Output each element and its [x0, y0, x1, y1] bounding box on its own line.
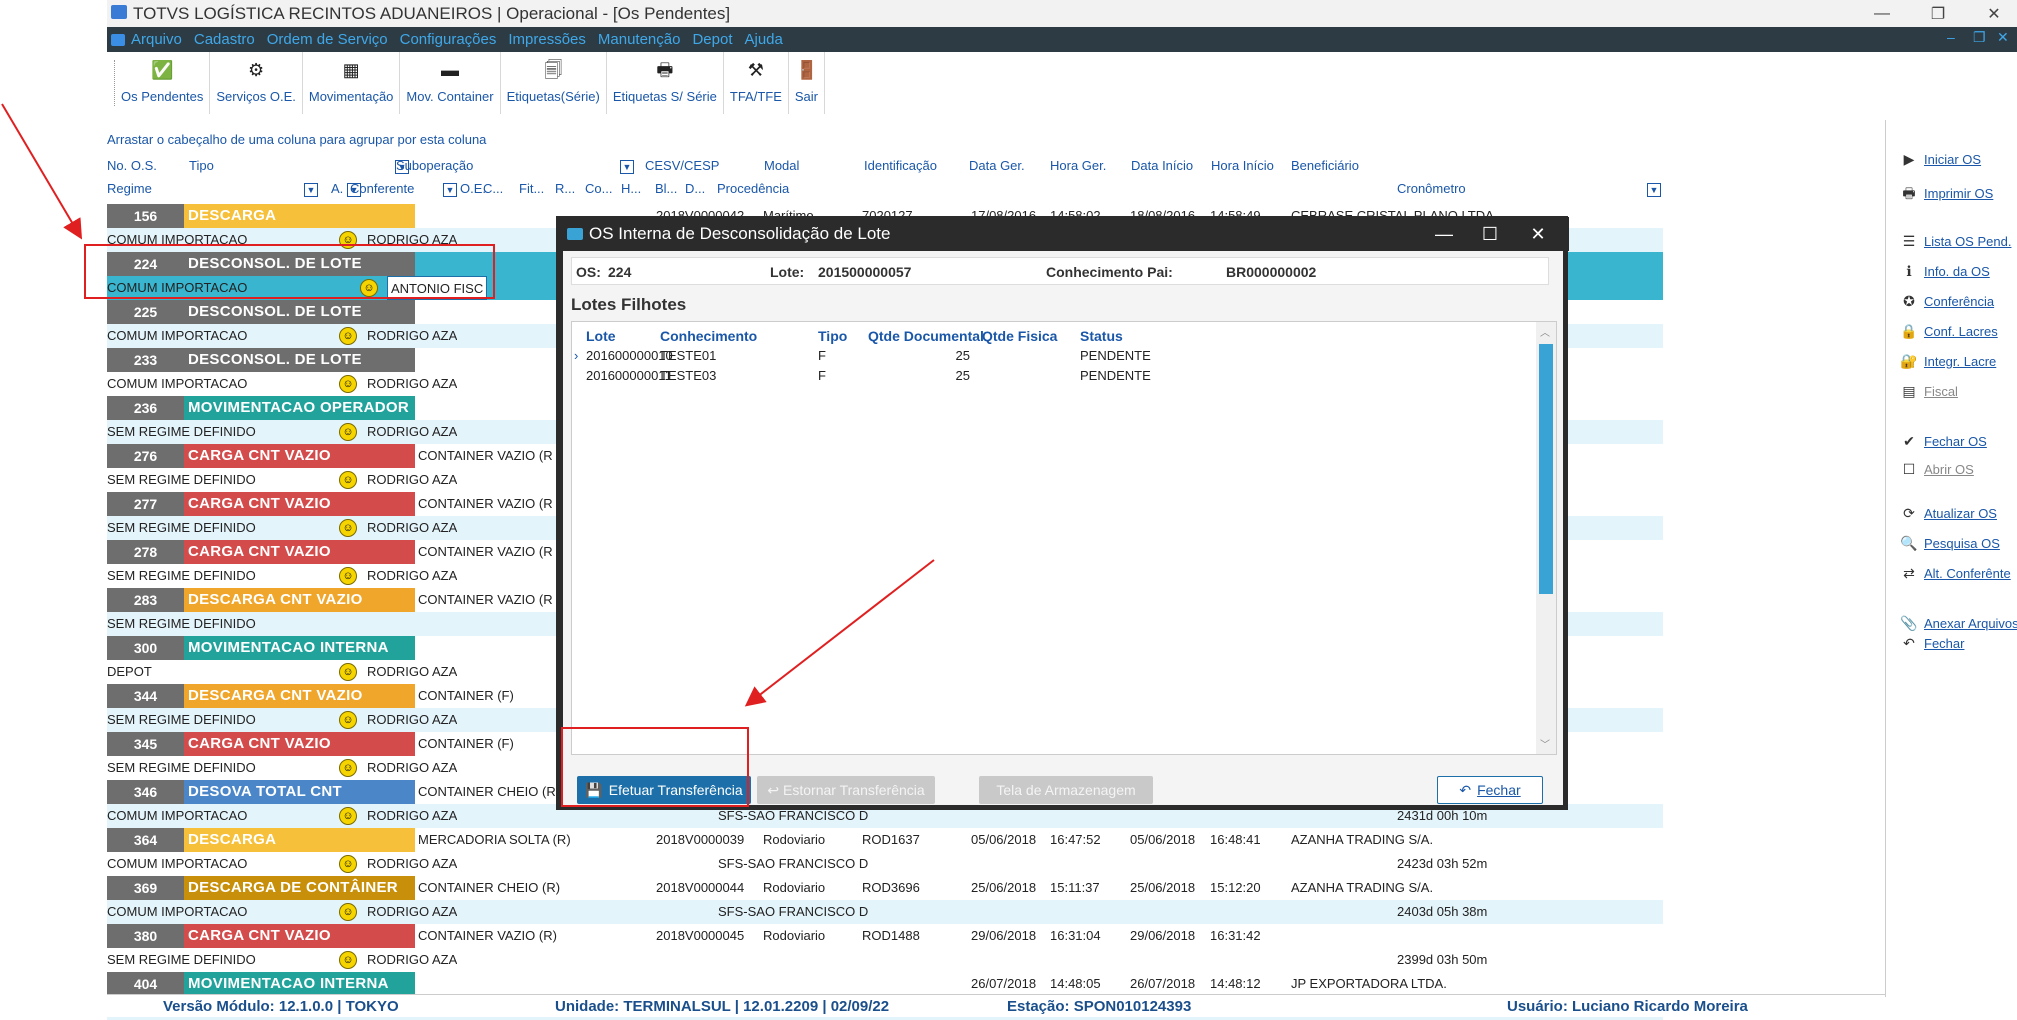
arrow-to-button — [744, 559, 935, 707]
arrow-to-row — [1, 103, 83, 240]
annotation-arrows — [1, 103, 935, 707]
